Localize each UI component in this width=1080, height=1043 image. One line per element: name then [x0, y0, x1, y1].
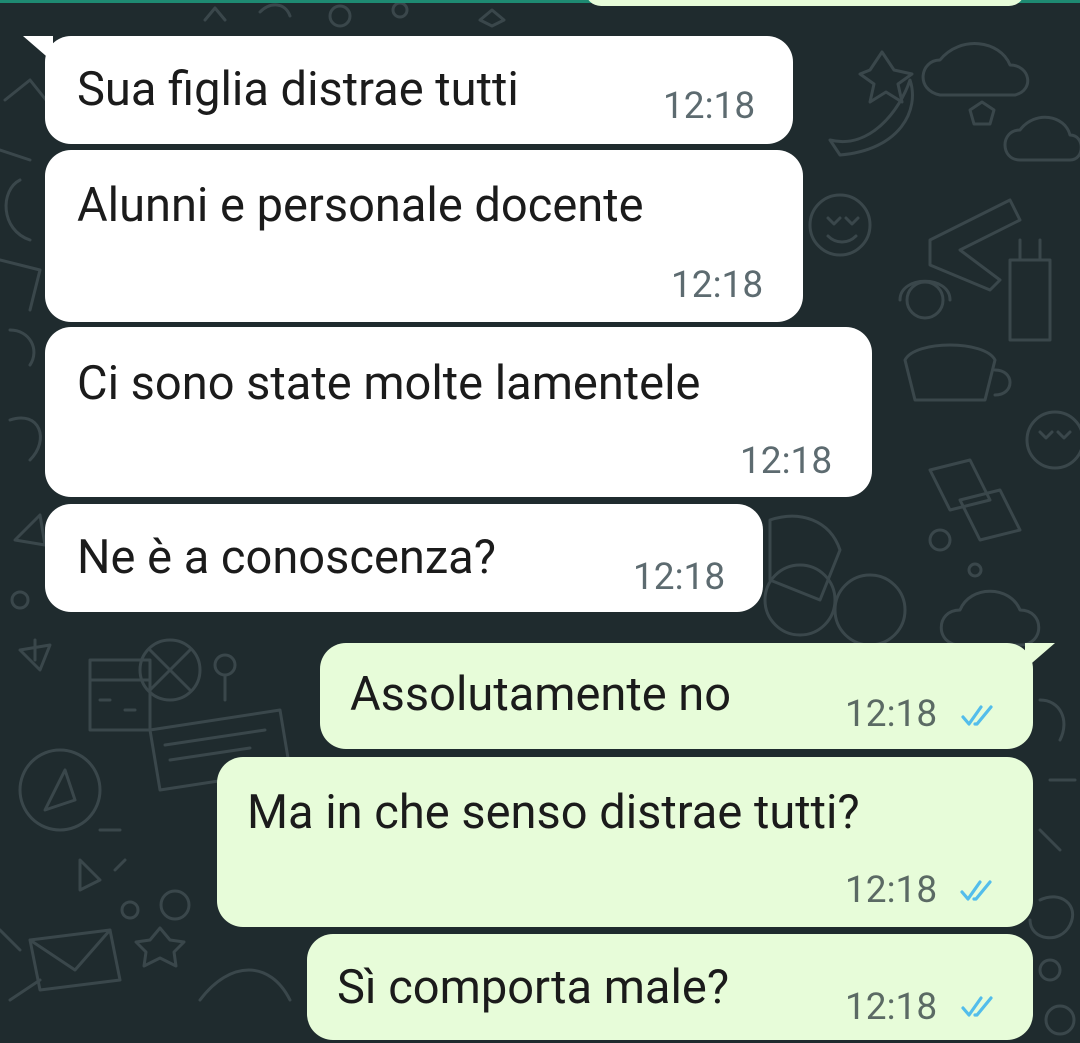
message-timestamp: 12:18 — [845, 986, 938, 1029]
message-text: Sua figlia distrae tutti — [77, 62, 519, 117]
outgoing-message-bubble[interactable]: Assolutamente no 12:18 — [320, 643, 1055, 749]
double-check-icon — [960, 880, 992, 901]
message-timestamp: 12:18 — [740, 440, 833, 483]
previous-outgoing-bubble-edge — [585, 0, 1025, 6]
message-text: Ne è a conoscenza? — [77, 530, 496, 585]
outgoing-message-bubble[interactable]: Sì comporta male? 12:18 — [307, 934, 1033, 1040]
message-text: Ci sono state molte lamentele — [77, 356, 701, 411]
message-text: Alunni e personale docente — [77, 178, 644, 233]
message-text: Ma in che senso distrae tutti? — [247, 785, 860, 840]
outgoing-message-bubble[interactable]: Ma in che senso distrae tutti? 12:18 — [217, 757, 1033, 927]
incoming-message-bubble[interactable]: Ci sono state molte lamentele 12:18 — [45, 327, 872, 497]
message-timestamp: 12:18 — [845, 869, 938, 912]
double-check-icon — [961, 996, 993, 1017]
message-timestamp: 12:18 — [845, 693, 938, 736]
message-timestamp: 12:18 — [663, 85, 756, 128]
bubble-tail — [23, 36, 53, 62]
message-text: Assolutamente no — [350, 667, 732, 722]
incoming-message-bubble[interactable]: Sua figlia distrae tutti 12:18 — [23, 36, 793, 144]
bubble-tail — [1025, 643, 1055, 669]
message-timestamp: 12:18 — [633, 556, 726, 599]
double-check-icon — [961, 705, 993, 726]
message-text: Sì comporta male? — [337, 960, 730, 1015]
message-timestamp: 12:18 — [671, 264, 764, 307]
incoming-message-bubble[interactable]: Alunni e personale docente 12:18 — [45, 150, 803, 322]
incoming-message-bubble[interactable]: Ne è a conoscenza? 12:18 — [45, 504, 763, 612]
